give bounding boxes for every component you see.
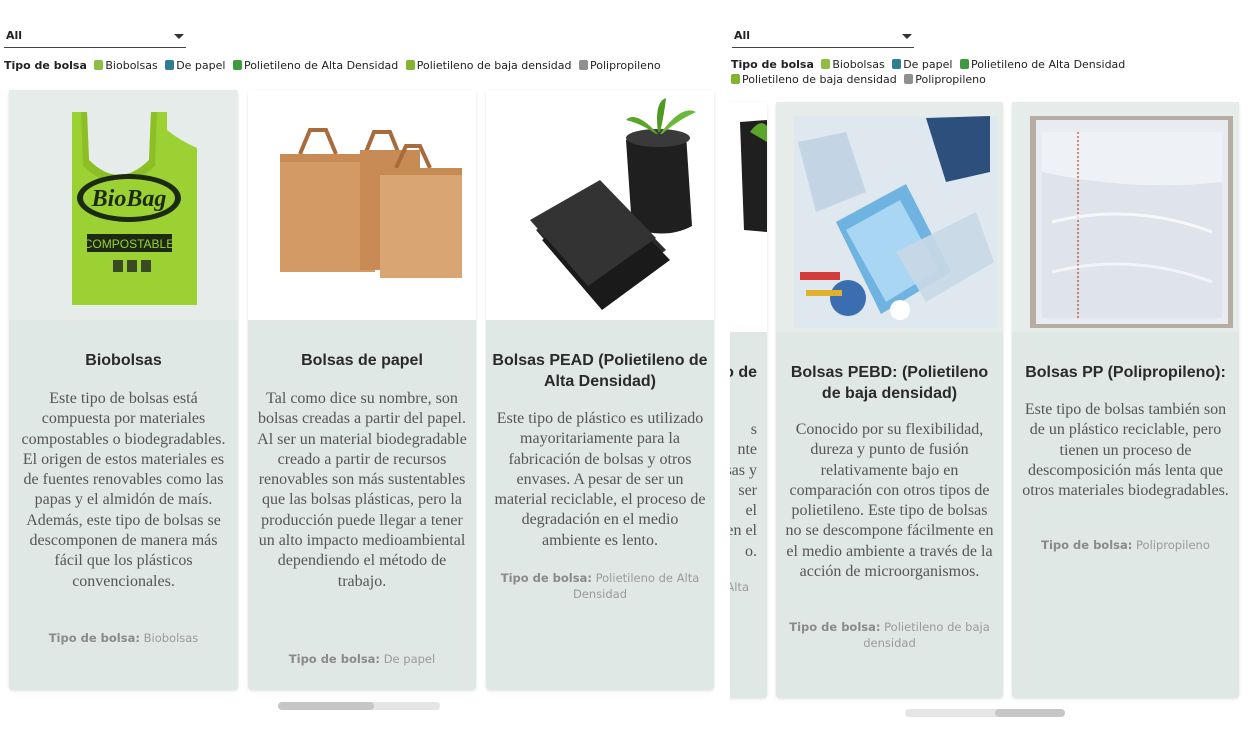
legend-item-alta-densidad[interactable]: Polietileno de Alta Densidad xyxy=(232,58,398,73)
legend-title: Tipo de bolsa xyxy=(731,58,814,71)
card-description: Tal como dice su nombre, son bolsas crea… xyxy=(257,390,467,590)
chevron-down-icon xyxy=(174,34,184,39)
legend-swatch xyxy=(405,60,415,70)
legend-title: Tipo de bolsa xyxy=(4,59,87,72)
gallery-panel-right: All Tipo de bolsa Biobolsas De papel Pol… xyxy=(730,0,1251,738)
legend-swatch xyxy=(232,60,242,70)
card-bag-type: Tipo de bolsa: Polietileno de baja densi… xyxy=(789,620,990,650)
legend-swatch xyxy=(731,74,740,84)
horizontal-scrollbar[interactable] xyxy=(278,702,440,710)
scrollbar-thumb[interactable] xyxy=(995,709,1065,717)
legend-item-baja-densidad[interactable]: Polietileno de baja densidad xyxy=(405,58,572,73)
pebd-plastic-bottles-image xyxy=(776,102,1003,332)
card-bolsas-pp[interactable]: Bolsas PP (Polipropileno): Este tipo de … xyxy=(1012,102,1239,698)
card-bag-type: Tipo de bolsa: Polietileno de Alta Densi… xyxy=(500,571,700,601)
legend-item-biobolsas[interactable]: Biobolsas xyxy=(821,57,885,72)
pp-clear-bags-image xyxy=(1012,102,1239,332)
card-bolsas-de-papel[interactable]: Bolsas de papel Tal como dice su nombre,… xyxy=(248,90,476,690)
card-title: o de xyxy=(730,364,757,381)
legend-swatch xyxy=(579,60,589,70)
pead-black-bags-image xyxy=(486,90,714,320)
card-bolsas-pead-partial[interactable]: o de s nte sas y ser el en el o. Alta xyxy=(730,102,767,698)
legend-swatch xyxy=(892,59,902,69)
legend-swatch xyxy=(94,60,104,70)
card-description: Este tipo de plástico es utilizado mayor… xyxy=(494,410,706,549)
legend-item-de-papel[interactable]: De papel xyxy=(892,57,952,72)
filter-selected-value: All xyxy=(734,29,751,42)
card-biobolsas[interactable]: BioBag COMPOSTABLE Biobolsas Este tipo d… xyxy=(9,90,238,690)
card-title: Bolsas PEAD (Polietileno de Alta Densida… xyxy=(492,352,708,390)
filter-selected-value: All xyxy=(6,29,23,42)
legend-swatch xyxy=(959,59,969,69)
card-title: Biobolsas xyxy=(85,352,162,369)
gallery-panel-left: All Tipo de bolsa Biobolsas De papel Pol… xyxy=(0,0,716,738)
horizontal-scrollbar[interactable] xyxy=(905,709,1065,717)
svg-text:COMPOSTABLE: COMPOSTABLE xyxy=(84,237,174,251)
card-title: Bolsas PP (Polipropileno): xyxy=(1025,364,1226,381)
card-bolsas-pebd[interactable]: Bolsas PEBD: (Polietileno de baja densid… xyxy=(776,102,1003,698)
card-bag-type: Tipo de bolsa: Polipropileno xyxy=(1041,538,1210,552)
legend-item-polipropileno[interactable]: Polipropileno xyxy=(579,58,661,73)
svg-text:BioBag: BioBag xyxy=(91,186,167,212)
card-bolsas-pead[interactable]: Bolsas PEAD (Polietileno de Alta Densida… xyxy=(486,90,714,690)
legend-item-alta-densidad[interactable]: Polietileno de Alta Densidad xyxy=(959,57,1125,72)
legend-item-baja-densidad[interactable]: Polietileno de baja densidad xyxy=(731,72,897,87)
card-bag-type: Tipo de bolsa: Biobolsas xyxy=(48,631,199,645)
legend-swatch xyxy=(904,74,914,84)
paper-bags-image xyxy=(248,90,476,320)
bag-type-filter-select[interactable]: All xyxy=(4,27,186,48)
legend: Tipo de bolsa Biobolsas De papel Polieti… xyxy=(731,57,1231,87)
pead-black-bags-image xyxy=(730,102,767,332)
chevron-down-icon xyxy=(902,34,912,39)
card-title: Bolsas PEBD: (Polietileno de baja densid… xyxy=(790,364,989,402)
legend-item-biobolsas[interactable]: Biobolsas xyxy=(94,58,158,73)
card-description: Este tipo de bolsas también son de un pl… xyxy=(1022,401,1229,500)
biobag-image: BioBag COMPOSTABLE xyxy=(9,90,238,320)
scrollbar-thumb[interactable] xyxy=(278,702,374,710)
card-bag-type-fragment: Alta xyxy=(730,580,749,594)
card-bag-type: Tipo de bolsa: De papel xyxy=(288,652,436,666)
card-description-fragment: s nte sas y ser el en el o. xyxy=(730,421,757,560)
legend: Tipo de bolsa Biobolsas De papel Polieti… xyxy=(4,58,714,73)
legend-item-polipropileno[interactable]: Polipropileno xyxy=(904,72,986,87)
card-description: Conocido por su flexibilidad, dureza y p… xyxy=(785,421,994,581)
legend-item-de-papel[interactable]: De papel xyxy=(165,58,225,73)
bag-type-filter-select[interactable]: All xyxy=(732,27,914,48)
legend-swatch xyxy=(821,59,831,69)
card-title: Bolsas de papel xyxy=(301,352,423,369)
card-description: Este tipo de bolsas está compuesta por m… xyxy=(21,390,226,590)
legend-swatch xyxy=(165,60,175,70)
